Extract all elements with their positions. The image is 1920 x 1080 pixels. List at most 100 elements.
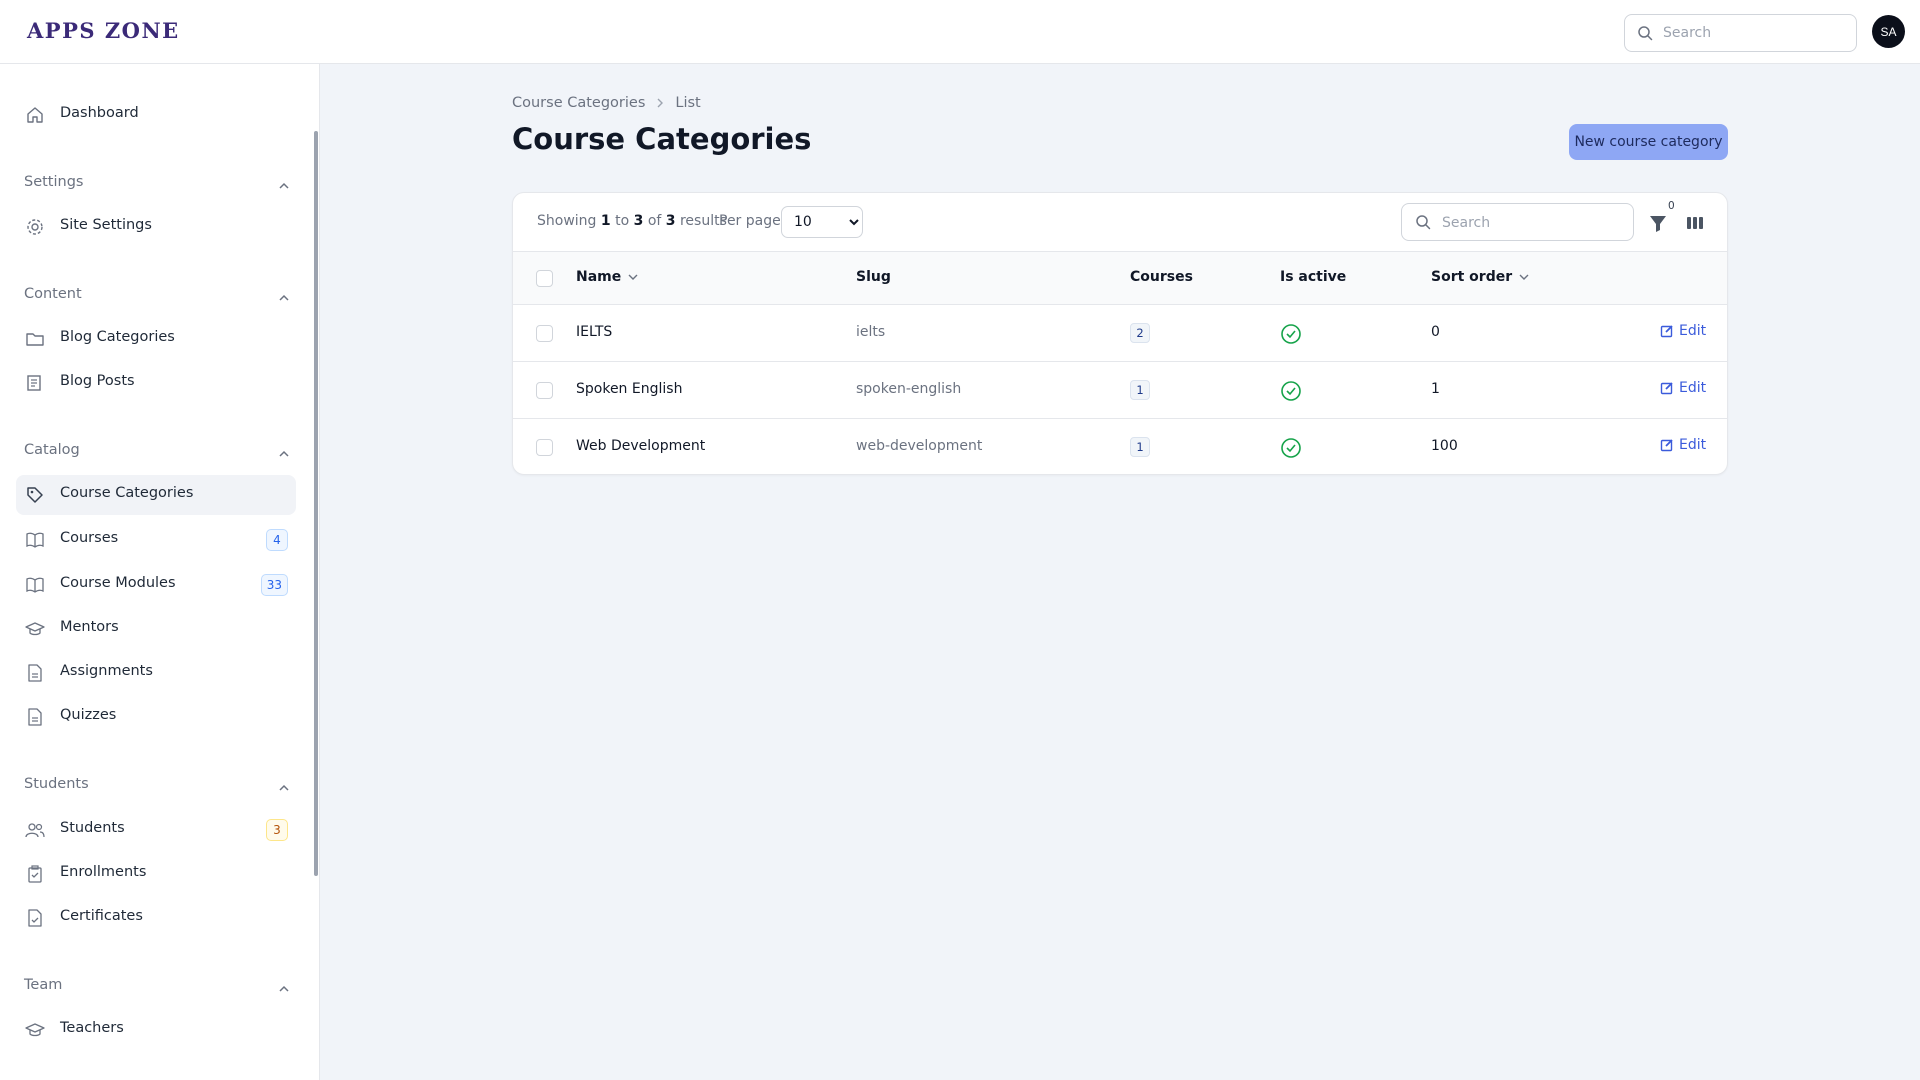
group-label: Content xyxy=(24,286,82,302)
sidebar-item-blog-categories[interactable]: Blog Categories xyxy=(16,319,296,359)
edit-button[interactable]: Edit xyxy=(1660,380,1706,396)
chevron-up-icon[interactable] xyxy=(278,779,290,798)
sidebar-item-students[interactable]: Students 3 xyxy=(16,810,296,850)
page-title: Course Categories xyxy=(512,122,812,156)
pagination-summary: Showing 1 to 3 of 3 results xyxy=(537,213,727,229)
chevron-up-icon[interactable] xyxy=(278,445,290,464)
graduation-cap-icon xyxy=(25,619,45,639)
column-header-name[interactable]: Name xyxy=(576,269,638,285)
table-row[interactable]: Web Development web-development 1 100 Edit xyxy=(513,419,1727,476)
group-label: Students xyxy=(24,776,89,792)
group-settings[interactable]: Settings xyxy=(24,172,290,196)
count-badge: 3 xyxy=(266,819,288,841)
group-label: Catalog xyxy=(24,442,80,458)
sidebar-item-label: Course Categories xyxy=(60,485,194,501)
global-search[interactable] xyxy=(1624,14,1857,52)
summary-total: 3 xyxy=(665,213,676,229)
new-course-category-button[interactable]: New course category xyxy=(1569,124,1728,160)
global-search-input[interactable] xyxy=(1663,23,1849,43)
gear-icon xyxy=(25,217,45,237)
summary-prefix: Showing xyxy=(537,213,597,229)
select-all-checkbox[interactable] xyxy=(536,270,553,287)
top-bar: APPS ZONE SA xyxy=(0,0,1920,64)
per-page-select[interactable]: 5102550 xyxy=(781,206,863,238)
sidebar-item-quizzes[interactable]: Quizzes xyxy=(16,697,296,737)
courses-count-badge: 1 xyxy=(1130,437,1150,457)
document-icon xyxy=(25,663,45,683)
search-icon xyxy=(1415,214,1431,234)
summary-to: 3 xyxy=(633,213,644,229)
chevron-up-icon[interactable] xyxy=(278,980,290,999)
course-categories-table: Showing 1 to 3 of 3 results Per page 510… xyxy=(512,192,1728,475)
sidebar-item-mentors[interactable]: Mentors xyxy=(16,609,296,649)
group-content[interactable]: Content xyxy=(24,284,290,308)
chevron-up-icon[interactable] xyxy=(278,289,290,308)
graduation-cap-icon xyxy=(25,1020,45,1040)
check-circle-icon xyxy=(1280,323,1302,345)
table-search[interactable] xyxy=(1401,203,1634,241)
edit-label: Edit xyxy=(1679,437,1707,453)
edit-button[interactable]: Edit xyxy=(1660,323,1706,339)
courses-count-badge: 1 xyxy=(1130,380,1150,400)
sidebar-item-blog-posts[interactable]: Blog Posts xyxy=(16,363,296,403)
sidebar-item-certificates[interactable]: Certificates xyxy=(16,898,296,938)
sidebar-item-dashboard[interactable]: Dashboard xyxy=(16,95,296,135)
group-students[interactable]: Students xyxy=(24,774,290,798)
sidebar-item-teachers[interactable]: Teachers xyxy=(16,1010,296,1050)
row-checkbox[interactable] xyxy=(536,325,553,342)
cell-slug: web-development xyxy=(856,438,983,454)
group-team[interactable]: Team xyxy=(24,975,290,999)
sidebar-item-site-settings[interactable]: Site Settings xyxy=(16,207,296,247)
document-check-icon xyxy=(25,908,45,928)
sidebar-item-label: Courses xyxy=(60,530,119,546)
sidebar-item-course-categories[interactable]: Course Categories xyxy=(16,475,296,515)
users-icon xyxy=(25,820,45,840)
document-icon xyxy=(25,707,45,727)
folder-icon xyxy=(25,329,45,349)
cell-sort-order: 0 xyxy=(1431,324,1440,340)
user-avatar[interactable]: SA xyxy=(1872,15,1905,48)
table-row[interactable]: Spoken English spoken-english 1 1 Edit xyxy=(513,362,1727,419)
cell-slug: spoken-english xyxy=(856,381,962,397)
sidebar-item-course-modules[interactable]: Course Modules 33 xyxy=(16,565,296,605)
edit-label: Edit xyxy=(1679,323,1707,339)
sidebar-item-label: Dashboard xyxy=(60,105,139,121)
sidebar-scrollbar[interactable] xyxy=(314,131,318,876)
sidebar-item-label: Students xyxy=(60,820,125,836)
sidebar-item-enrollments[interactable]: Enrollments xyxy=(16,854,296,894)
columns-icon[interactable] xyxy=(1685,213,1705,233)
column-header-slug: Slug xyxy=(856,269,891,285)
sidebar-item-courses[interactable]: Courses 4 xyxy=(16,520,296,560)
breadcrumb-current: List xyxy=(675,95,701,111)
per-page-label: Per page xyxy=(719,213,781,229)
breadcrumb: Course Categories List xyxy=(512,95,701,111)
count-badge: 4 xyxy=(266,529,288,551)
cell-sort-order: 100 xyxy=(1431,438,1458,454)
table-row[interactable]: IELTS ielts 2 0 Edit xyxy=(513,305,1727,362)
column-label: Is active xyxy=(1280,269,1347,285)
group-label: Team xyxy=(24,977,63,993)
row-checkbox[interactable] xyxy=(536,439,553,456)
column-label: Name xyxy=(576,269,622,285)
sidebar-item-assignments[interactable]: Assignments xyxy=(16,653,296,693)
edit-icon xyxy=(1660,324,1674,338)
column-label: Sort order xyxy=(1431,269,1513,285)
edit-button[interactable]: Edit xyxy=(1660,437,1706,453)
newspaper-icon xyxy=(25,373,45,393)
breadcrumb-parent[interactable]: Course Categories xyxy=(512,95,645,111)
filter-icon[interactable] xyxy=(1647,212,1669,234)
sidebar-item-label: Course Modules xyxy=(60,575,176,591)
edit-icon xyxy=(1660,438,1674,452)
chevron-right-icon xyxy=(655,98,665,108)
column-header-sort-order[interactable]: Sort order xyxy=(1431,269,1529,285)
table-search-input[interactable] xyxy=(1442,213,1622,233)
app-logo[interactable]: APPS ZONE xyxy=(27,18,180,43)
courses-count-badge: 2 xyxy=(1130,323,1150,343)
cell-name: Spoken English xyxy=(576,381,683,397)
sidebar-item-label: Enrollments xyxy=(60,864,147,880)
book-icon xyxy=(25,575,45,595)
row-checkbox[interactable] xyxy=(536,382,553,399)
group-catalog[interactable]: Catalog xyxy=(24,440,290,464)
column-header-courses: Courses xyxy=(1130,269,1193,285)
chevron-up-icon[interactable] xyxy=(278,177,290,196)
